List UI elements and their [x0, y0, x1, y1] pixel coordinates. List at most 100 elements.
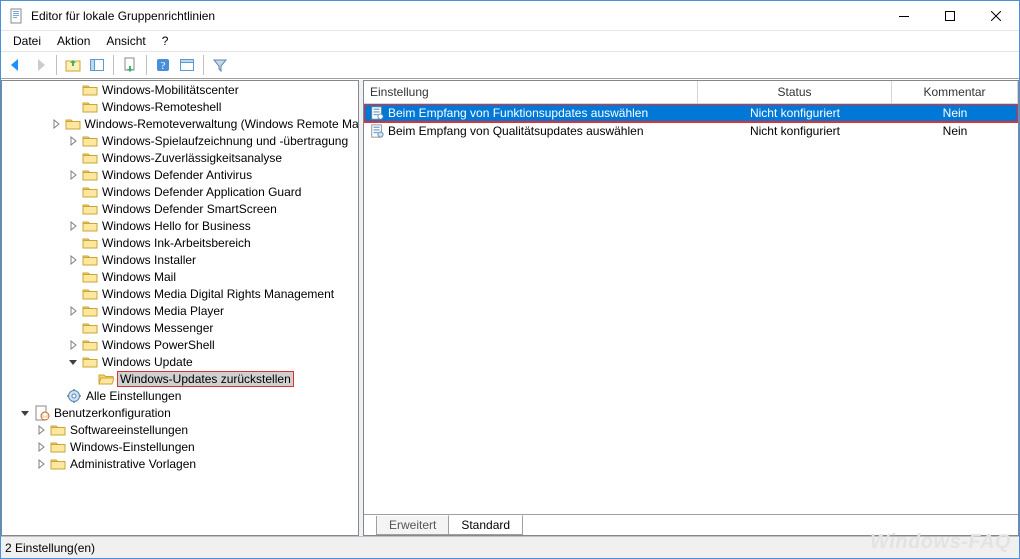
folder-icon — [82, 201, 98, 217]
chevron-right-icon[interactable] — [66, 304, 80, 318]
tree-item[interactable]: Softwareeinstellungen — [2, 421, 359, 438]
tree-item-label: Windows-Remoteverwaltung (Windows Remote… — [85, 117, 359, 131]
tree-item[interactable]: Windows Hello for Business — [2, 217, 359, 234]
tab-extended[interactable]: Erweitert — [376, 516, 449, 535]
up-button[interactable] — [62, 54, 84, 76]
tree-item[interactable]: Windows Defender SmartScreen — [2, 200, 359, 217]
folder-open-icon — [98, 371, 114, 387]
menu-help[interactable]: ? — [154, 33, 177, 49]
policy-icon — [370, 124, 384, 138]
chevron-right-icon[interactable] — [34, 423, 48, 437]
tree-pane[interactable]: Windows-MobilitätscenterWindows-Remotesh… — [1, 80, 359, 536]
tree-item-label: Windows Defender SmartScreen — [102, 202, 277, 216]
column-status[interactable]: Status — [698, 81, 892, 103]
chevron-right-icon[interactable] — [66, 219, 80, 233]
folder-icon — [82, 184, 98, 200]
tree-item[interactable]: Windows Defender Antivirus — [2, 166, 359, 183]
tree-item[interactable]: Windows-Mobilitätscenter — [2, 81, 359, 98]
forward-button[interactable] — [29, 54, 51, 76]
chevron-right-icon[interactable] — [34, 457, 48, 471]
chevron-right-icon[interactable] — [49, 117, 63, 131]
tree-item-label: Windows-Einstellungen — [70, 440, 195, 454]
folder-icon — [82, 354, 98, 370]
folder-icon — [50, 422, 66, 438]
menu-action[interactable]: Aktion — [49, 33, 98, 49]
chevron-right-icon[interactable] — [66, 168, 80, 182]
tree-item[interactable]: Windows Messenger — [2, 319, 359, 336]
menu-view[interactable]: Ansicht — [98, 33, 153, 49]
tree-item[interactable]: Windows-Spielaufzeichnung und -übertragu… — [2, 132, 359, 149]
folder-icon — [82, 235, 98, 251]
filter-button[interactable] — [209, 54, 231, 76]
tree-item-label: Windows-Zuverlässigkeitsanalyse — [102, 151, 282, 165]
tree-item-label: Windows Ink-Arbeitsbereich — [102, 236, 251, 250]
folder-icon — [82, 286, 98, 302]
tree-item[interactable]: Windows PowerShell — [2, 336, 359, 353]
chevron-down-icon[interactable] — [18, 406, 32, 420]
folder-icon — [50, 456, 66, 472]
tree-item-label: Windows Messenger — [102, 321, 213, 335]
tab-standard[interactable]: Standard — [448, 515, 523, 535]
statusbar-text: 2 Einstellung(en) — [5, 541, 95, 555]
tree-item[interactable]: Windows-Einstellungen — [2, 438, 359, 455]
details-pane: Einstellung Status Kommentar Beim Empfan… — [363, 80, 1019, 536]
tree-item[interactable]: Administrative Vorlagen — [2, 455, 359, 472]
tab-bar: Erweitert Standard — [364, 513, 1018, 535]
maximize-button[interactable] — [927, 1, 973, 31]
cell-comment: Nein — [892, 106, 1018, 120]
tree-item-label: Windows Media Digital Rights Management — [102, 287, 334, 301]
show-hide-tree-button[interactable] — [86, 54, 108, 76]
minimize-button[interactable] — [881, 1, 927, 31]
toolbar-separator — [146, 55, 147, 75]
back-button[interactable] — [5, 54, 27, 76]
folder-icon — [82, 252, 98, 268]
tree-item[interactable]: Windows-Zuverlässigkeitsanalyse — [2, 149, 359, 166]
column-comment[interactable]: Kommentar — [892, 81, 1018, 103]
tree-item[interactable]: Windows Ink-Arbeitsbereich — [2, 234, 359, 251]
folder-icon — [82, 218, 98, 234]
userconfig-icon — [34, 405, 50, 421]
tree-item[interactable]: Windows Installer — [2, 251, 359, 268]
tree-item-label: Windows Hello for Business — [102, 219, 251, 233]
tree-item-label: Windows PowerShell — [102, 338, 215, 352]
policy-icon — [370, 106, 384, 120]
tree-item[interactable]: Benutzerkonfiguration — [2, 404, 359, 421]
list-header: Einstellung Status Kommentar — [364, 81, 1018, 104]
folder-icon — [82, 337, 98, 353]
tree-item-label: Windows Mail — [102, 270, 176, 284]
close-button[interactable] — [973, 1, 1019, 31]
menu-file[interactable]: Datei — [5, 33, 49, 49]
menubar: Datei Aktion Ansicht ? — [1, 31, 1019, 51]
chevron-right-icon[interactable] — [66, 338, 80, 352]
app-icon — [9, 8, 25, 24]
list-row[interactable]: Beim Empfang von Funktionsupdates auswäh… — [364, 104, 1018, 122]
tree-item[interactable]: Windows Defender Application Guard — [2, 183, 359, 200]
column-setting[interactable]: Einstellung — [364, 81, 698, 103]
tree-item[interactable]: Windows Update — [2, 353, 359, 370]
export-list-button[interactable] — [119, 54, 141, 76]
tree-item[interactable]: Windows Media Digital Rights Management — [2, 285, 359, 302]
chevron-right-icon[interactable] — [66, 134, 80, 148]
folder-icon — [82, 82, 98, 98]
tree-item[interactable]: Windows-Updates zurückstellen — [2, 370, 359, 387]
cell-status: Nicht konfiguriert — [698, 124, 892, 138]
tree-item[interactable]: Alle Einstellungen — [2, 387, 359, 404]
list-body[interactable]: Beim Empfang von Funktionsupdates auswäh… — [364, 104, 1018, 513]
svg-text:?: ? — [161, 60, 166, 72]
chevron-right-icon[interactable] — [34, 440, 48, 454]
chevron-right-icon[interactable] — [66, 253, 80, 267]
list-row[interactable]: Beim Empfang von Qualitätsupdates auswäh… — [364, 122, 1018, 140]
tree-item[interactable]: Windows Media Player — [2, 302, 359, 319]
cell-status: Nicht konfiguriert — [698, 106, 892, 120]
tree-item[interactable]: Windows-Remoteverwaltung (Windows Remote… — [2, 115, 359, 132]
tree-item-label: Windows-Updates zurückstellen — [118, 372, 293, 386]
help-button[interactable]: ? — [152, 54, 174, 76]
folder-icon — [65, 116, 81, 132]
tree-item[interactable]: Windows-Remoteshell — [2, 98, 359, 115]
tree-item-label: Windows Defender Antivirus — [102, 168, 252, 182]
folder-icon — [82, 303, 98, 319]
folder-icon — [82, 320, 98, 336]
chevron-down-icon[interactable] — [66, 355, 80, 369]
tree-item[interactable]: Windows Mail — [2, 268, 359, 285]
filter-options-button[interactable] — [176, 54, 198, 76]
